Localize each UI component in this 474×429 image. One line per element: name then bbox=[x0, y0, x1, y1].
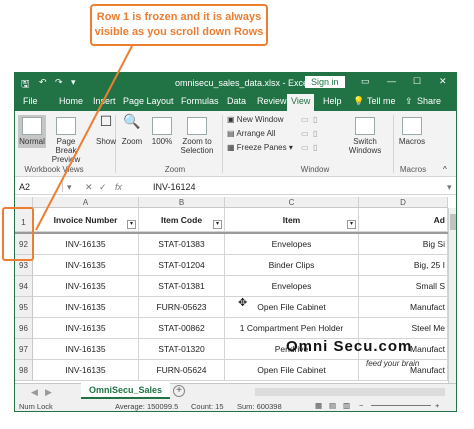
callout-line-1: Row 1 is frozen and it is always bbox=[96, 11, 262, 23]
callout-line-2: visible as you scroll down Rows bbox=[94, 26, 264, 38]
frozen-row-highlight bbox=[2, 207, 34, 261]
callout-note: Row 1 is frozen and it is always visible… bbox=[90, 4, 268, 46]
callout-arrow bbox=[35, 45, 133, 231]
